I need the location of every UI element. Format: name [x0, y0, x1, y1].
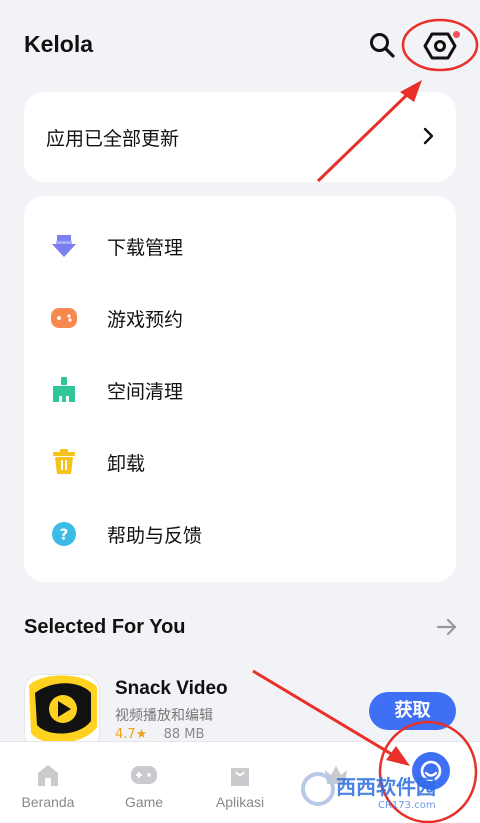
- cleanup-icon: [53, 377, 75, 402]
- svg-text:西西软件园: 西西软件园: [336, 775, 436, 799]
- app-rating: 4.7★: [115, 727, 148, 742]
- menu-item-help-feedback[interactable]: ? 帮助与反馈: [24, 498, 456, 568]
- tab-game[interactable]: Game: [96, 742, 192, 823]
- menu-item-uninstall[interactable]: 卸载: [24, 426, 456, 496]
- gamepad-icon: [131, 766, 157, 784]
- menu-item-label: 空间清理: [107, 381, 184, 403]
- download-icon: [52, 235, 76, 257]
- app-meta: 4.7★ 88 MB: [115, 727, 204, 742]
- tab-label: Game: [124, 794, 164, 810]
- game-reserve-icon: [51, 308, 77, 328]
- trash-icon: [53, 449, 75, 474]
- menu-item-label: 下载管理: [107, 237, 184, 259]
- tab-label: Aplikasi: [215, 794, 265, 810]
- notification-dot: [453, 31, 460, 38]
- snack-video-logo-icon: [25, 675, 99, 749]
- menu-item-label: 帮助与反馈: [107, 525, 203, 547]
- help-icon: ?: [52, 522, 76, 546]
- watermark-logo: 西西软件园 CR173.com: [301, 772, 436, 811]
- menu-item-space-cleanup[interactable]: 空间清理: [24, 354, 456, 424]
- section-title: Selected For You: [24, 616, 186, 638]
- tab-beranda[interactable]: Beranda: [0, 742, 96, 823]
- menu-item-game-reservation[interactable]: 游戏预约: [24, 282, 456, 352]
- svg-text:CR173.com: CR173.com: [378, 800, 436, 811]
- svg-text:?: ?: [60, 526, 69, 544]
- search-icon[interactable]: [368, 31, 396, 59]
- tab-label: Beranda: [21, 794, 75, 810]
- update-status-card[interactable]: 应用已全部更新: [24, 92, 456, 182]
- get-app-button[interactable]: 获取: [369, 692, 456, 730]
- menu-item-download-manager[interactable]: 下载管理: [24, 210, 456, 280]
- app-size: 88 MB: [163, 727, 205, 742]
- bag-icon: [231, 768, 249, 786]
- header: Kelola: [0, 0, 480, 90]
- chevron-right-icon: [423, 127, 434, 145]
- page-title: Kelola: [24, 31, 94, 57]
- app-name[interactable]: Snack Video: [115, 678, 228, 700]
- tab-aplikasi[interactable]: Aplikasi: [192, 742, 288, 823]
- menu-item-label: 卸载: [107, 453, 146, 475]
- app-description: 视频播放和编辑: [115, 708, 213, 724]
- menu-item-label: 游戏预约: [107, 309, 184, 331]
- app-icon[interactable]: [24, 674, 100, 750]
- update-status-label: 应用已全部更新: [46, 128, 180, 150]
- home-icon: [38, 765, 58, 786]
- manage-menu: 下载管理 游戏预约 空间清理 卸载 ? 帮助与反馈: [24, 196, 456, 582]
- arrow-right-icon[interactable]: [436, 616, 458, 638]
